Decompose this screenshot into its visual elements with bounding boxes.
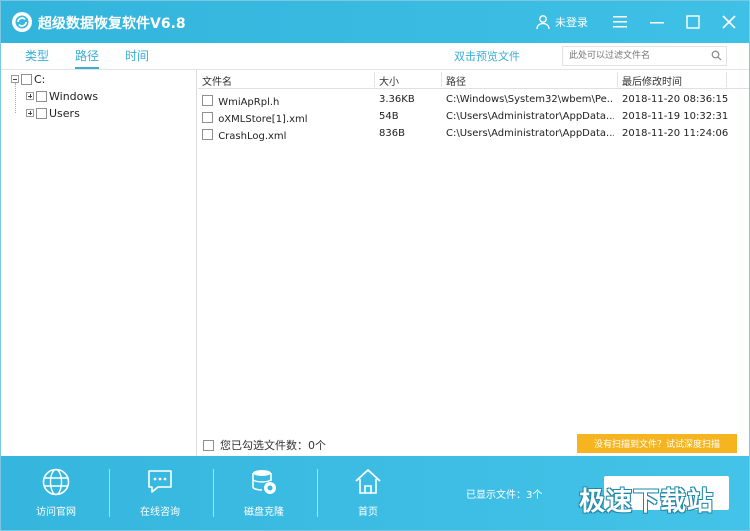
minimize-button[interactable] <box>644 9 670 35</box>
close-icon <box>722 15 736 29</box>
tab-type[interactable]: 类型 <box>25 47 49 64</box>
tab-time[interactable]: 时间 <box>125 47 149 64</box>
column-divider[interactable] <box>441 72 442 87</box>
row-checkbox[interactable] <box>202 112 213 123</box>
preview-hint-label: 双击预览文件 <box>454 50 520 63</box>
file-name-cell: CrashLog.xml <box>202 128 372 142</box>
column-divider[interactable] <box>726 72 727 87</box>
row-checkbox[interactable] <box>202 129 213 140</box>
user-icon <box>536 15 550 30</box>
tree-checkbox-users[interactable] <box>36 107 47 119</box>
file-modified: 2018-11-20 08:36:15 <box>622 94 729 105</box>
login-label: 未登录 <box>555 16 588 29</box>
home-icon <box>355 469 381 494</box>
table-row[interactable]: oXMLStore[1].xml 54B C:\Users\Administra… <box>198 108 749 125</box>
column-header-path[interactable]: 路径 <box>446 73 466 88</box>
nav-label: 在线咨询 <box>140 507 180 518</box>
tree-node-root[interactable]: C: <box>11 72 45 86</box>
tree-node-windows[interactable]: Windows <box>26 89 98 103</box>
selected-count-label: 您已勾选文件数：0个 <box>220 439 326 452</box>
app-logo-icon <box>12 12 32 32</box>
file-modified: 2018-11-20 11:24:06 <box>622 128 729 139</box>
file-name: WmiApRpl.h <box>218 97 280 108</box>
search-box[interactable] <box>562 46 727 66</box>
login-button[interactable]: 未登录 <box>535 12 588 32</box>
file-path: C:\Users\Administrator\AppData... <box>446 128 614 139</box>
file-size: 54B <box>379 111 399 122</box>
file-path: C:\Windows\System32\wbem\Pe... <box>446 94 614 105</box>
app-title: 超级数据恢复软件V6.8 <box>38 16 186 32</box>
file-size: 3.36KB <box>379 94 415 105</box>
menu-button[interactable] <box>607 9 633 35</box>
selection-footer: 您已勾选文件数：0个 没有扫描到文件？试试深度扫描 <box>198 432 749 456</box>
home-button[interactable]: 首页 <box>323 467 413 527</box>
file-modified: 2018-11-19 10:32:31 <box>622 111 729 122</box>
nav-divider <box>213 469 214 517</box>
nav-divider <box>317 469 318 517</box>
expand-icon[interactable] <box>26 109 34 117</box>
tree-label-root: C: <box>34 72 46 86</box>
nav-label: 访问官网 <box>36 507 76 518</box>
nav-divider <box>109 469 110 517</box>
column-divider[interactable] <box>617 72 618 87</box>
tree-label-users: Users <box>49 106 80 120</box>
app-window: 超级数据恢复软件V6.8 未登录 类型 路径 时间 双击预览文件 此处可以过滤文… <box>0 0 750 531</box>
expand-icon[interactable] <box>26 92 34 100</box>
shown-files-count: 已显示文件：3个 <box>466 490 543 501</box>
visit-website-button[interactable]: 访问官网 <box>11 467 101 527</box>
search-icon[interactable] <box>711 50 722 61</box>
file-size: 836B <box>379 128 405 139</box>
directory-tree: C: Windows Users <box>1 70 197 456</box>
deep-scan-button[interactable]: 没有扫描到文件？试试深度扫描 <box>577 434 737 453</box>
close-button[interactable] <box>716 9 742 35</box>
file-name-cell: oXMLStore[1].xml <box>202 111 372 125</box>
file-name: oXMLStore[1].xml <box>218 114 308 125</box>
watermark: 极速下载站 <box>579 487 715 517</box>
chat-icon <box>148 470 172 493</box>
table-header: 文件名 大小 路径 最后修改时间 <box>198 70 749 89</box>
column-header-modified[interactable]: 最后修改时间 <box>622 73 682 88</box>
file-name-cell: WmiApRpl.h <box>202 94 372 108</box>
globe-icon <box>42 468 70 496</box>
bottom-bar: 访问官网 在线咨询 磁盘克隆 首页 已显示文件：3个 极速下载站 <box>1 456 749 530</box>
nav-label: 首页 <box>358 507 378 518</box>
table-row[interactable]: WmiApRpl.h 3.36KB C:\Windows\System32\wb… <box>198 91 749 108</box>
column-header-name[interactable]: 文件名 <box>202 73 232 88</box>
filter-input[interactable] <box>563 47 708 65</box>
disk-clone-button[interactable]: 磁盘克隆 <box>219 467 309 527</box>
table-row[interactable]: CrashLog.xml 836B C:\Users\Administrator… <box>198 125 749 142</box>
column-divider[interactable] <box>374 72 375 87</box>
title-bar: 超级数据恢复软件V6.8 未登录 <box>1 1 749 43</box>
tree-label-windows: Windows <box>49 89 99 103</box>
tree-guide-line <box>15 83 16 113</box>
maximize-icon <box>686 15 700 29</box>
collapse-icon[interactable] <box>11 75 19 83</box>
maximize-button[interactable] <box>680 9 706 35</box>
hamburger-menu-icon <box>613 16 627 28</box>
tree-checkbox-root[interactable] <box>21 73 32 85</box>
file-list: 文件名 大小 路径 最后修改时间 WmiApRpl.h 3.36KB C:\Wi… <box>198 70 749 456</box>
tree-checkbox-windows[interactable] <box>36 90 47 102</box>
nav-label: 磁盘克隆 <box>244 507 284 518</box>
minimize-icon <box>650 22 664 24</box>
tree-node-users[interactable]: Users <box>26 106 80 120</box>
tab-bar: 类型 路径 时间 双击预览文件 <box>1 43 749 70</box>
tab-path[interactable]: 路径 <box>75 47 100 69</box>
disk-clone-icon <box>252 470 276 494</box>
column-header-size[interactable]: 大小 <box>379 73 399 88</box>
file-path: C:\Users\Administrator\AppData... <box>446 111 614 122</box>
select-all-checkbox[interactable] <box>203 439 214 451</box>
row-checkbox[interactable] <box>202 95 213 106</box>
online-consult-button[interactable]: 在线咨询 <box>115 467 205 527</box>
select-all-area[interactable]: 您已勾选文件数：0个 <box>203 437 326 453</box>
file-name: CrashLog.xml <box>218 131 287 142</box>
